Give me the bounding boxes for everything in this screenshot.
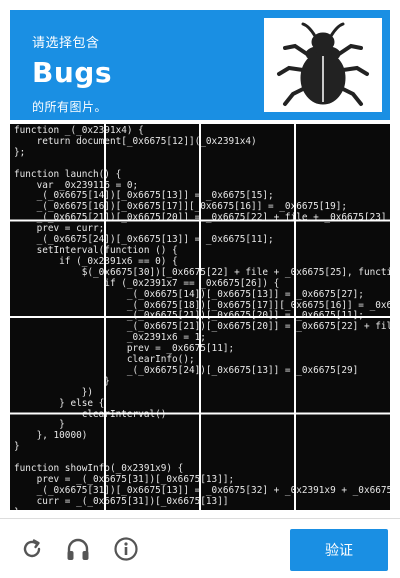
captcha-widget: 请选择包含 Bugs 的所有图片。 function _(_0x2391x4) …: [0, 0, 400, 578]
image-tile[interactable]: [295, 414, 390, 511]
image-tile[interactable]: [10, 414, 105, 511]
image-tile[interactable]: [200, 124, 295, 221]
refresh-icon: [23, 539, 41, 558]
image-tile[interactable]: [105, 414, 200, 511]
image-tile[interactable]: [200, 317, 295, 414]
target-label: Bugs: [32, 56, 112, 89]
image-tile[interactable]: [10, 317, 105, 414]
image-tile[interactable]: [295, 221, 390, 318]
captcha-header: 请选择包含 Bugs 的所有图片。: [10, 10, 390, 120]
instruction-prefix: 请选择包含: [32, 36, 100, 51]
image-tile[interactable]: [200, 221, 295, 318]
image-tile[interactable]: [10, 124, 105, 221]
verify-button[interactable]: 验证: [290, 529, 388, 571]
sample-image: [264, 18, 382, 112]
info-button[interactable]: [112, 535, 140, 563]
image-tile-grid: function _(_0x2391x4) { return document[…: [10, 124, 390, 510]
bug-icon: [277, 22, 369, 106]
image-tile[interactable]: [105, 124, 200, 221]
headphones-icon: [67, 538, 89, 560]
refresh-button[interactable]: [18, 535, 46, 563]
image-tile[interactable]: [10, 221, 105, 318]
image-tile[interactable]: [295, 317, 390, 414]
image-tile[interactable]: [105, 221, 200, 318]
image-tile[interactable]: [200, 414, 295, 511]
image-tile[interactable]: [105, 317, 200, 414]
image-tile[interactable]: [295, 124, 390, 221]
audio-challenge-button[interactable]: [64, 535, 92, 563]
instruction-suffix: 的所有图片。: [32, 100, 108, 114]
info-icon: [114, 537, 138, 561]
captcha-footer: 验证: [0, 518, 400, 578]
